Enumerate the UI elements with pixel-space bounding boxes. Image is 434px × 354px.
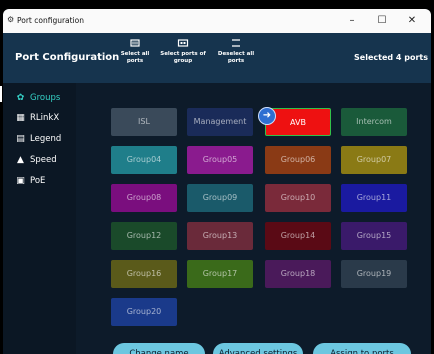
poe-icon: ▣ — [16, 176, 25, 186]
select-group-icon — [177, 39, 189, 47]
sidebar-item-rlinkx[interactable]: ▦ RLinkX — [15, 111, 59, 125]
deselect-all-label: Deselect all ports — [217, 51, 255, 64]
speed-icon: ▲ — [17, 155, 24, 165]
group-tile[interactable]: Group06 — [265, 146, 331, 174]
group-tile[interactable]: Management — [187, 108, 253, 136]
group-tile[interactable]: Group07 — [341, 146, 407, 174]
rlinkx-icon: ▦ — [16, 113, 25, 123]
sidebar-item-label: Speed — [30, 155, 57, 165]
group-tile[interactable]: Intercom — [341, 108, 407, 136]
select-group-label: Select ports of group — [160, 51, 206, 64]
window-title: Port configuration — [17, 16, 85, 25]
group-tile[interactable]: Group13 — [187, 222, 253, 250]
header-bar: Port Configuration Select all ports Sele… — [3, 33, 431, 83]
group-tile[interactable]: Group04 — [111, 146, 177, 174]
group-tile[interactable]: Group18 — [265, 260, 331, 288]
change-name-button[interactable]: Change name — [113, 343, 205, 354]
group-tile[interactable]: Group05 — [187, 146, 253, 174]
group-tile[interactable]: ISL — [111, 108, 177, 136]
sidebar-item-label: RLinkX — [30, 113, 60, 123]
select-group-button[interactable]: Select ports of group — [157, 37, 209, 65]
title-bar: ⚙ Port configuration – ☐ ✕ — [3, 9, 431, 33]
sidebar-item-label: Legend — [30, 134, 62, 144]
deselect-icon — [232, 39, 240, 47]
group-tile[interactable]: Group19 — [341, 260, 407, 288]
selected-count: Selected 4 ports — [354, 53, 428, 62]
sidebar-item-label: Groups — [30, 93, 61, 103]
page-title: Port Configuration — [15, 52, 120, 63]
group-tile[interactable]: Group12 — [111, 222, 177, 250]
sidebar-item-label: PoE — [30, 176, 46, 186]
group-tile[interactable]: Group10 — [265, 184, 331, 212]
group-tile[interactable]: Group08 — [111, 184, 177, 212]
select-all-label: Select all ports — [120, 51, 150, 64]
assign-to-ports-button[interactable]: Assign to ports — [313, 343, 411, 354]
advanced-settings-button[interactable]: Advanced settings — [213, 343, 303, 354]
app-icon: ⚙ — [7, 15, 15, 24]
group-tile[interactable]: Group14 — [265, 222, 331, 250]
legend-icon: ▤ — [16, 134, 25, 144]
group-tile[interactable]: Group15 — [341, 222, 407, 250]
select-all-button[interactable]: Select all ports — [117, 37, 153, 65]
group-tile[interactable]: Group09 — [187, 184, 253, 212]
sidebar-item-groups[interactable]: ✿ Groups — [15, 91, 61, 105]
groups-icon: ✿ — [16, 93, 25, 103]
link-icon: ➜ — [258, 107, 276, 125]
sidebar: ✿ Groups ▦ RLinkX ▤ Legend ▲ Speed ▣ PoE — [3, 83, 76, 354]
deselect-all-button[interactable]: Deselect all ports — [213, 37, 259, 65]
minimize-button[interactable]: – — [337, 9, 367, 33]
sidebar-item-poe[interactable]: ▣ PoE — [15, 174, 45, 188]
group-tile[interactable]: Group11 — [341, 184, 407, 212]
group-tile[interactable]: Group17 — [187, 260, 253, 288]
sidebar-active-indicator — [0, 86, 2, 102]
group-tile[interactable]: Group20 — [111, 298, 177, 326]
group-tile[interactable]: Group16 — [111, 260, 177, 288]
port-configuration-window: ⚙ Port configuration – ☐ ✕ Port Configur… — [3, 9, 431, 354]
sidebar-item-legend[interactable]: ▤ Legend — [15, 132, 61, 146]
maximize-button[interactable]: ☐ — [367, 9, 397, 33]
select-all-icon — [130, 39, 140, 47]
close-button[interactable]: ✕ — [397, 9, 427, 33]
sidebar-item-speed[interactable]: ▲ Speed — [15, 153, 57, 167]
